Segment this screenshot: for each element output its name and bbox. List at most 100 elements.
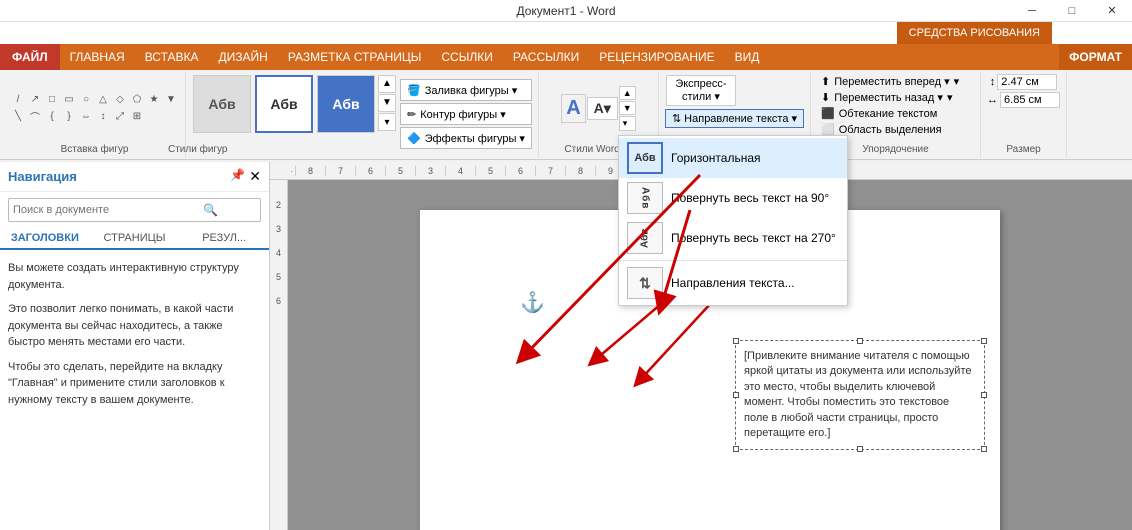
- contour-figure-button[interactable]: ✏ Контур фигуры ▾: [400, 103, 532, 125]
- move-forward-button[interactable]: ⬆ Переместить вперед ▾ ▾: [817, 74, 963, 89]
- shape-l8[interactable]: ⊞: [129, 109, 145, 125]
- wordart-more[interactable]: ▾: [619, 116, 636, 131]
- minimize-button[interactable]: ─: [1012, 0, 1052, 21]
- nav-title-bar: Навигация 📌 ✕: [0, 162, 269, 192]
- tab-page-layout[interactable]: РАЗМЕТКА СТРАНИЦЫ: [278, 44, 432, 70]
- style-btn-3[interactable]: Абв: [317, 75, 375, 133]
- move-forward-icon: ⬆: [821, 75, 830, 88]
- shape-triangle[interactable]: △: [95, 92, 111, 108]
- handle-bc[interactable]: [857, 446, 863, 452]
- handle-tr[interactable]: [981, 338, 987, 344]
- fill-icon: 🪣: [407, 84, 421, 97]
- text-dir-icon: ⇅: [672, 112, 681, 125]
- height-input[interactable]: [997, 74, 1057, 90]
- size-content: ↕ ↔: [987, 74, 1060, 142]
- wrap-text-button[interactable]: ⬛ Обтекание текстом: [817, 106, 941, 121]
- close-button[interactable]: ✕: [1092, 0, 1132, 21]
- menu-item-directions-label: Направления текста...: [671, 276, 795, 290]
- move-back-icon: ⬇: [821, 91, 830, 104]
- title-bar: Документ1 - Word ─ □ ✕: [0, 0, 1132, 22]
- shape-line[interactable]: /: [10, 92, 26, 108]
- shape-l2[interactable]: ⌒: [27, 109, 43, 125]
- drawing-tools-context-tab[interactable]: СРЕДСТВА РИСОВАНИЯ: [897, 22, 1052, 44]
- shape-arrow[interactable]: ↗: [27, 92, 43, 108]
- handle-bl[interactable]: [733, 446, 739, 452]
- rotate270-text-icon: Абв: [627, 222, 663, 254]
- tab-format[interactable]: ФОРМАТ: [1059, 44, 1132, 70]
- handle-tc[interactable]: [857, 338, 863, 344]
- wordart-scroll-up[interactable]: ▲: [619, 86, 636, 100]
- text-direction-label: Направление текста ▾: [684, 112, 797, 125]
- search-input[interactable]: [9, 202, 199, 218]
- handle-ml[interactable]: [733, 392, 739, 398]
- tab-design[interactable]: ДИЗАЙН: [209, 44, 278, 70]
- shape-rounded[interactable]: ▭: [61, 92, 77, 108]
- text-box[interactable]: [Привлеките внимание читателя с помощью …: [735, 340, 985, 450]
- tab-file[interactable]: ФАЙЛ: [0, 44, 60, 70]
- handle-tl[interactable]: [733, 338, 739, 344]
- menu-item-horizontal[interactable]: Абв Горизонтальная: [619, 138, 847, 178]
- handle-mr[interactable]: [981, 392, 987, 398]
- menu-item-rotate270-label: Повернуть весь текст на 270°: [671, 231, 836, 245]
- tab-home[interactable]: ГЛАВНАЯ: [60, 44, 135, 70]
- fill-figure-button[interactable]: 🪣 Заливка фигуры ▾: [400, 79, 532, 101]
- style-btn-2[interactable]: Абв: [255, 75, 313, 133]
- nav-para-2: Это позволит легко понимать, в какой час…: [8, 301, 261, 351]
- width-field: ↔: [987, 92, 1060, 108]
- style-scroll-up[interactable]: ▲: [378, 75, 396, 93]
- insert-shapes-group: / ↗ □ ▭ ○ △ ◇ ⬠ ★ ▼ ╲ ⌒ { } ⇔ ↕ ⤢ ⊞ Вст: [4, 72, 186, 157]
- tab-results[interactable]: РЕЗУЛ...: [179, 228, 269, 248]
- shape-rect[interactable]: □: [44, 92, 60, 108]
- shape-l4[interactable]: }: [61, 109, 77, 125]
- nav-controls: 📌 ✕: [230, 168, 261, 185]
- maximize-button[interactable]: □: [1052, 0, 1092, 21]
- shapes-content: / ↗ □ ▭ ○ △ ◇ ⬠ ★ ▼ ╲ ⌒ { } ⇔ ↕ ⤢ ⊞: [10, 74, 179, 142]
- nav-close-button[interactable]: ✕: [249, 168, 261, 185]
- move-back-button[interactable]: ⬇ Переместить назад ▾ ▾: [817, 90, 956, 105]
- shape-circle[interactable]: ○: [78, 92, 94, 108]
- tab-pages[interactable]: СТРАНИЦЫ: [90, 228, 180, 248]
- shape-star[interactable]: ★: [146, 92, 162, 108]
- move-forward-dropdown[interactable]: ▾: [954, 75, 960, 88]
- tab-headings[interactable]: ЗАГОЛОВКИ: [0, 228, 90, 248]
- shape-styles-label: Стили фигур: [168, 144, 228, 155]
- style-scroll-more[interactable]: ▾: [378, 113, 396, 131]
- effect-icon: 🔷: [407, 132, 421, 145]
- tab-view[interactable]: ВИД: [725, 44, 770, 70]
- nav-search[interactable]: 🔍: [8, 198, 261, 222]
- shape-l5[interactable]: ⇔: [78, 109, 94, 125]
- shape-l3[interactable]: {: [44, 109, 60, 125]
- menu-item-rotate270[interactable]: Абв Повернуть весь текст на 270°: [619, 218, 847, 258]
- shape-diamond[interactable]: ◇: [112, 92, 128, 108]
- express-styles-button[interactable]: Экспресс-стили ▾: [666, 75, 736, 106]
- shape-l1[interactable]: ╲: [10, 109, 26, 125]
- wordart-scroll-down[interactable]: ▼: [619, 101, 636, 115]
- wrap-icon: ⬛: [821, 107, 835, 120]
- menu-item-rotate90[interactable]: Абв Повернуть весь текст на 90°: [619, 178, 847, 218]
- tab-review[interactable]: РЕЦЕНЗИРОВАНИЕ: [589, 44, 724, 70]
- shape-l6[interactable]: ↕: [95, 109, 111, 125]
- effect-figure-button[interactable]: 🔷 Эффекты фигуры ▾: [400, 127, 532, 149]
- wordart-text-btn[interactable]: A▾: [587, 97, 618, 120]
- textbox-content: [Привлеките внимание читателя с помощью …: [744, 350, 972, 439]
- width-input[interactable]: [1000, 92, 1060, 108]
- menu-item-directions[interactable]: ⇅ Направления текста...: [619, 263, 847, 303]
- contour-icon: ✏: [407, 108, 416, 121]
- tab-mailings[interactable]: РАССЫЛКИ: [503, 44, 589, 70]
- nav-para-3: Чтобы это сделать, перейдите на вкладку …: [8, 359, 261, 409]
- wordart-buttons: A A▾ ▲ ▼ ▾: [561, 86, 636, 131]
- tab-references[interactable]: ССЫЛКИ: [431, 44, 502, 70]
- wordart-a-big[interactable]: A: [561, 94, 585, 123]
- shape-pentagon[interactable]: ⬠: [129, 92, 145, 108]
- move-back-dropdown[interactable]: ▾: [947, 91, 953, 104]
- nav-content: Вы можете создать интерактивную структур…: [0, 250, 269, 426]
- handle-br[interactable]: [981, 446, 987, 452]
- tab-insert[interactable]: ВСТАВКА: [135, 44, 209, 70]
- shapes-more[interactable]: ▼: [163, 92, 179, 108]
- shape-l7[interactable]: ⤢: [112, 109, 128, 125]
- text-direction-button[interactable]: ⇅ Направление текста ▾: [665, 109, 804, 128]
- style-btn-1[interactable]: Абв: [193, 75, 251, 133]
- nav-pin-button[interactable]: 📌: [230, 168, 245, 185]
- text-direction-menu: Абв Горизонтальная Абв Повернуть весь те…: [618, 135, 848, 306]
- style-scroll-down[interactable]: ▼: [378, 94, 396, 112]
